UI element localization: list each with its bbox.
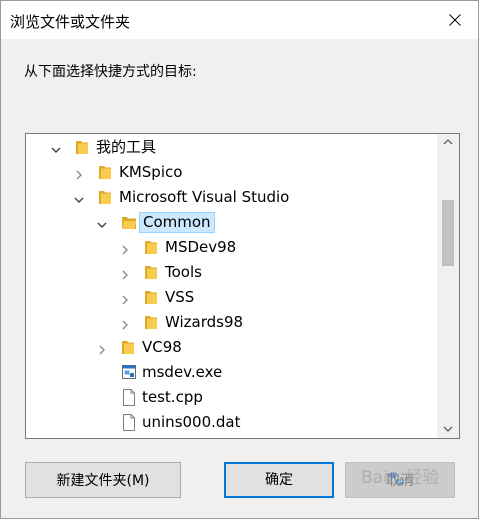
tree-item[interactable]: test.cpp <box>26 385 435 410</box>
chevron-down-icon <box>443 426 453 432</box>
tree-item-label: Wizards98 <box>165 313 244 331</box>
chevron-right-icon[interactable] <box>119 266 131 280</box>
chevron-up-icon <box>443 139 453 145</box>
cancel-button[interactable]: 取消 <box>345 462 455 498</box>
dialog-title: 浏览文件或文件夹 <box>10 13 131 31</box>
title-bar: 浏览文件或文件夹 <box>1 1 478 39</box>
folder-icon <box>75 139 91 156</box>
scroll-up-button[interactable] <box>437 134 459 151</box>
tree-item-label: msdev.exe <box>142 363 223 381</box>
tree-item[interactable]: Tools <box>26 260 435 285</box>
tree-item-label: VC98 <box>142 338 182 356</box>
folder-icon <box>144 289 160 306</box>
vertical-scrollbar[interactable] <box>437 134 459 438</box>
tree-item[interactable]: 我的工具 <box>26 135 435 160</box>
tree-item[interactable]: Microsoft Visual Studio <box>26 185 435 210</box>
chevron-down-icon[interactable] <box>96 216 108 228</box>
chevron-right-icon[interactable] <box>119 241 131 255</box>
tree-item-label: Tools <box>165 263 202 281</box>
file-icon <box>121 414 137 431</box>
folder-tree[interactable]: 我的工具 KMSpico Microsoft Visual Studio Common… <box>25 133 460 439</box>
new-folder-button[interactable]: 新建文件夹(M) <box>25 462 181 498</box>
chevron-right-icon[interactable] <box>73 166 85 180</box>
tree-item-label: 我的工具 <box>96 138 157 156</box>
folder-icon <box>121 339 137 356</box>
tree-item[interactable]: VSS <box>26 285 435 310</box>
tree-item-label: KMSpico <box>119 163 183 181</box>
close-button[interactable] <box>432 1 478 39</box>
tree-item-label: test.cpp <box>142 388 203 406</box>
tree-item-label: Common <box>139 212 215 233</box>
scroll-thumb[interactable] <box>442 200 454 266</box>
scroll-down-button[interactable] <box>437 421 459 438</box>
close-icon <box>449 14 461 26</box>
folder-icon <box>98 189 114 206</box>
tree-item[interactable]: unins000.dat <box>26 410 435 435</box>
tree-item-label: MSDev98 <box>165 238 237 256</box>
tree-item[interactable]: KMSpico <box>26 160 435 185</box>
folder-icon <box>144 314 160 331</box>
chevron-down-icon[interactable] <box>73 191 85 203</box>
chevron-down-icon[interactable] <box>50 141 62 153</box>
chevron-right-icon[interactable] <box>96 341 108 355</box>
folder-icon <box>144 239 160 256</box>
browse-folder-dialog: 浏览文件或文件夹 从下面选择快捷方式的目标: 我的工具 KMSpico Micros… <box>0 0 479 519</box>
tree-item[interactable]: Wizards98 <box>26 310 435 335</box>
tree-item[interactable]: Common <box>26 210 435 235</box>
tree-item[interactable]: msdev.exe <box>26 360 435 385</box>
folder-open-icon <box>121 214 137 231</box>
chevron-right-icon[interactable] <box>119 291 131 305</box>
folder-icon <box>98 164 114 181</box>
tree-item-label: unins000.dat <box>142 413 241 431</box>
tree-item-label: Microsoft Visual Studio <box>119 188 290 206</box>
chevron-right-icon[interactable] <box>119 316 131 330</box>
ok-button[interactable]: 确定 <box>224 462 334 498</box>
folder-tree-list: 我的工具 KMSpico Microsoft Visual Studio Common… <box>26 134 435 438</box>
exe-icon <box>121 364 137 381</box>
tree-item[interactable]: MSDev98 <box>26 235 435 260</box>
instruction-text: 从下面选择快捷方式的目标: <box>24 64 197 80</box>
file-icon <box>121 389 137 406</box>
tree-item-label: VSS <box>165 288 195 306</box>
tree-item[interactable]: VC98 <box>26 335 435 360</box>
folder-icon <box>144 264 160 281</box>
